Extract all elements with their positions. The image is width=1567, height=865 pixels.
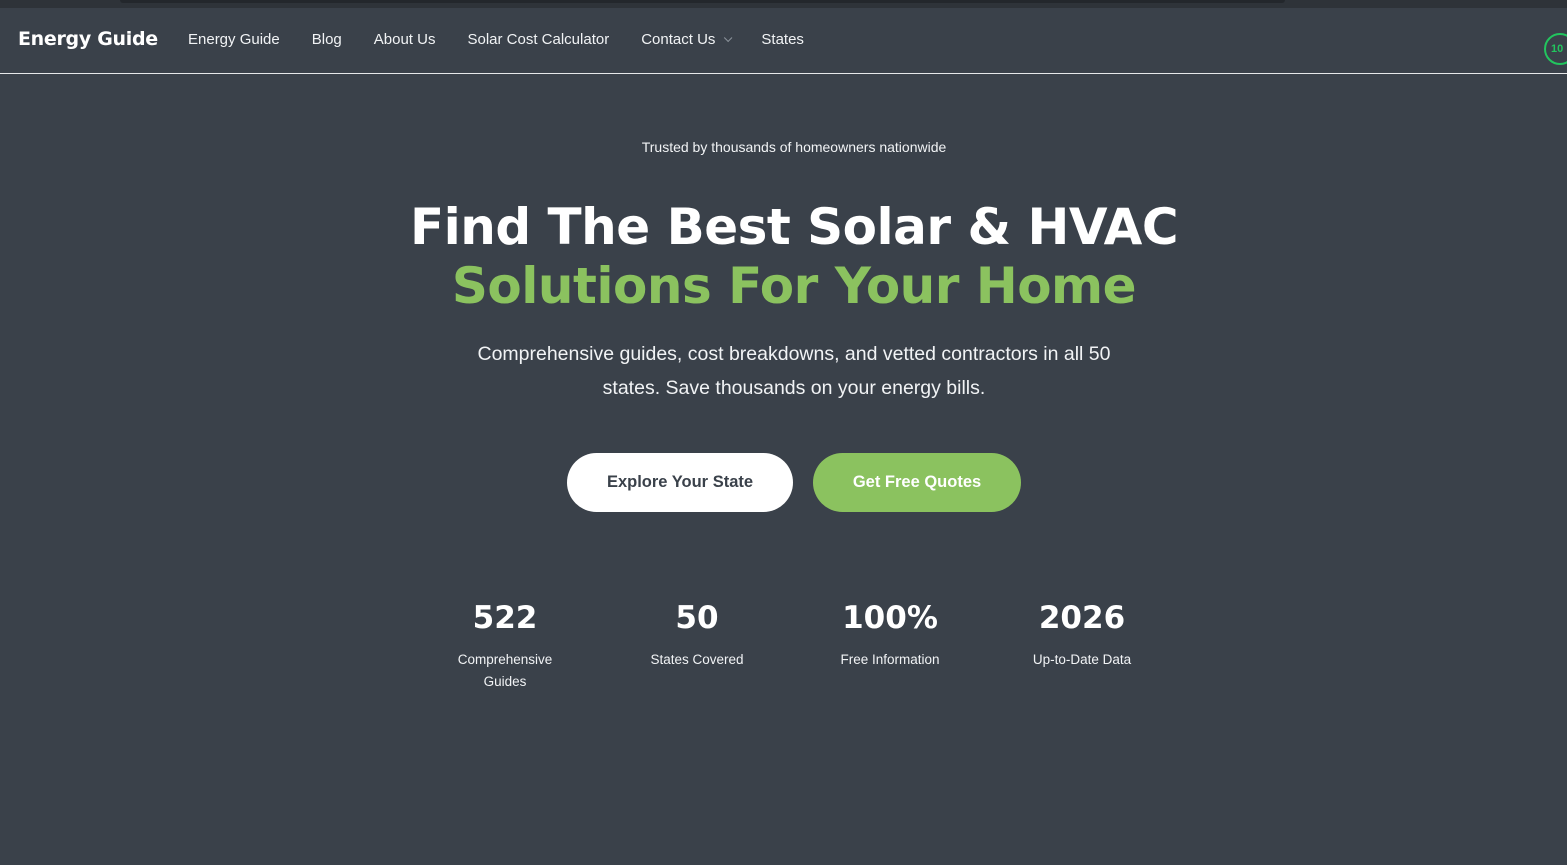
stat-value: 522 bbox=[472, 600, 538, 636]
chevron-down-icon bbox=[724, 33, 733, 42]
browser-top-strip bbox=[0, 0, 1567, 8]
progress-badge[interactable]: 10 bbox=[1544, 33, 1567, 65]
hero-title-line1: Find The Best Solar & HVAC bbox=[409, 198, 1179, 256]
brand-logo[interactable]: Energy Guide bbox=[18, 28, 158, 50]
hero-kicker: Trusted by thousands of homeowners natio… bbox=[641, 139, 947, 155]
nav-links: Energy Guide Blog About Us Solar Cost Ca… bbox=[188, 31, 836, 48]
stat-value: 50 bbox=[675, 600, 719, 636]
hero-title-line2: Solutions For Your Home bbox=[451, 257, 1137, 315]
stat-data-year: 2026 Up-to-Date Data bbox=[992, 597, 1172, 671]
hero-title: Find The Best Solar & HVAC Solutions For… bbox=[0, 198, 1567, 316]
explore-your-state-button[interactable]: Explore Your State bbox=[567, 453, 793, 512]
stat-value: 100% bbox=[842, 600, 938, 636]
top-scrollbar bbox=[120, 0, 1285, 3]
stat-label: Up-to-Date Data bbox=[1032, 652, 1132, 667]
hero-subtitle: Comprehensive guides, cost breakdowns, a… bbox=[477, 343, 1111, 399]
stat-label: Comprehensive Guides bbox=[457, 652, 553, 689]
nav-link-about-us[interactable]: About Us bbox=[374, 31, 436, 48]
nav-link-contact-us[interactable]: Contact Us bbox=[641, 31, 733, 48]
nav-link-contact-us-label: Contact Us bbox=[641, 31, 716, 48]
stat-label: States Covered bbox=[650, 652, 744, 667]
nav-link-energy-guide[interactable]: Energy Guide bbox=[188, 31, 280, 48]
nav-link-blog[interactable]: Blog bbox=[312, 31, 342, 48]
get-free-quotes-button[interactable]: Get Free Quotes bbox=[813, 453, 1021, 512]
nav-link-states[interactable]: States bbox=[761, 31, 804, 48]
stat-states: 50 States Covered bbox=[617, 597, 777, 671]
nav-link-solar-cost-calculator[interactable]: Solar Cost Calculator bbox=[467, 31, 609, 48]
stat-label: Free Information bbox=[840, 652, 940, 667]
stat-value: 2026 bbox=[1038, 600, 1126, 636]
stat-free-info: 100% Free Information bbox=[810, 597, 970, 671]
top-navbar: Energy Guide Energy Guide Blog About Us … bbox=[0, 8, 1567, 74]
stat-guides: 522 Comprehensive Guides bbox=[425, 597, 585, 693]
